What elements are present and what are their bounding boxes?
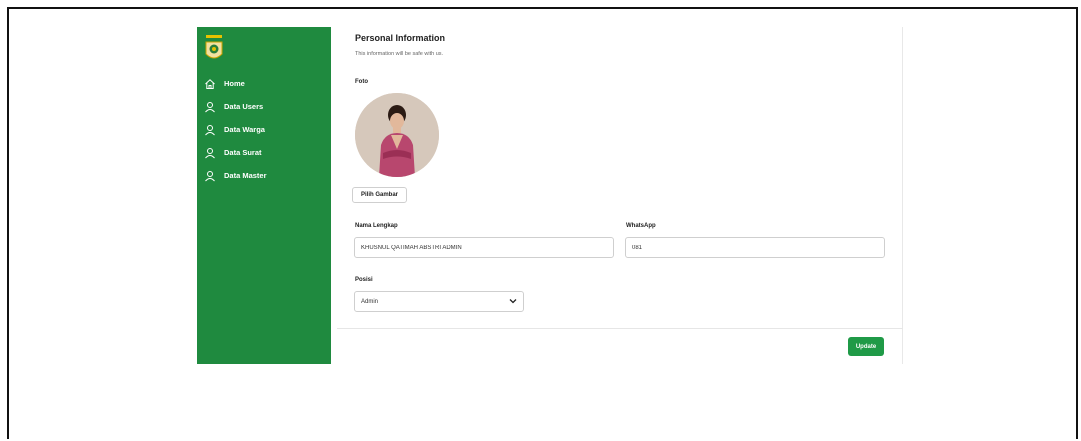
logo-emblem-icon (204, 34, 224, 64)
chevron-down-icon (509, 298, 517, 306)
position-select-value: Admin (361, 298, 379, 305)
sidebar-item-label: Data Warga (224, 125, 265, 134)
sidebar-nav: Home Data Users Data Warga Data Surat Da… (197, 72, 331, 187)
sidebar-item-label: Home (224, 79, 245, 88)
page-subtitle: This information will be safe with us. (355, 51, 444, 57)
full-name-input[interactable] (354, 237, 614, 258)
panel-border (902, 27, 903, 364)
position-label: Posisi (355, 277, 373, 283)
full-name-label: Nama Lengkap (355, 223, 398, 229)
choose-image-button[interactable]: Pilih Gambar (352, 187, 407, 203)
main-panel: Personal Information This information wi… (337, 27, 903, 364)
user-icon (203, 169, 216, 182)
page-title: Personal Information (355, 33, 446, 43)
sidebar-item-data-surat[interactable]: Data Surat (197, 141, 331, 164)
user-icon (203, 146, 216, 159)
whatsapp-input[interactable] (625, 237, 885, 258)
sidebar-item-label: Data Surat (224, 148, 262, 157)
sidebar: Home Data Users Data Warga Data Surat Da… (197, 27, 331, 364)
whatsapp-label: WhatsApp (626, 223, 656, 229)
footer-divider (337, 328, 903, 329)
sidebar-item-data-master[interactable]: Data Master (197, 164, 331, 187)
sidebar-item-data-warga[interactable]: Data Warga (197, 118, 331, 141)
user-icon (203, 100, 216, 113)
home-icon (203, 77, 216, 90)
sidebar-item-label: Data Users (224, 102, 264, 111)
foto-label: Foto (355, 79, 368, 85)
position-select[interactable]: Admin (354, 291, 524, 312)
sidebar-item-home[interactable]: Home (197, 72, 331, 95)
update-button[interactable]: Update (848, 337, 884, 356)
sidebar-item-data-users[interactable]: Data Users (197, 95, 331, 118)
profile-photo (355, 93, 439, 177)
sidebar-item-label: Data Master (224, 171, 267, 180)
user-icon (203, 123, 216, 136)
